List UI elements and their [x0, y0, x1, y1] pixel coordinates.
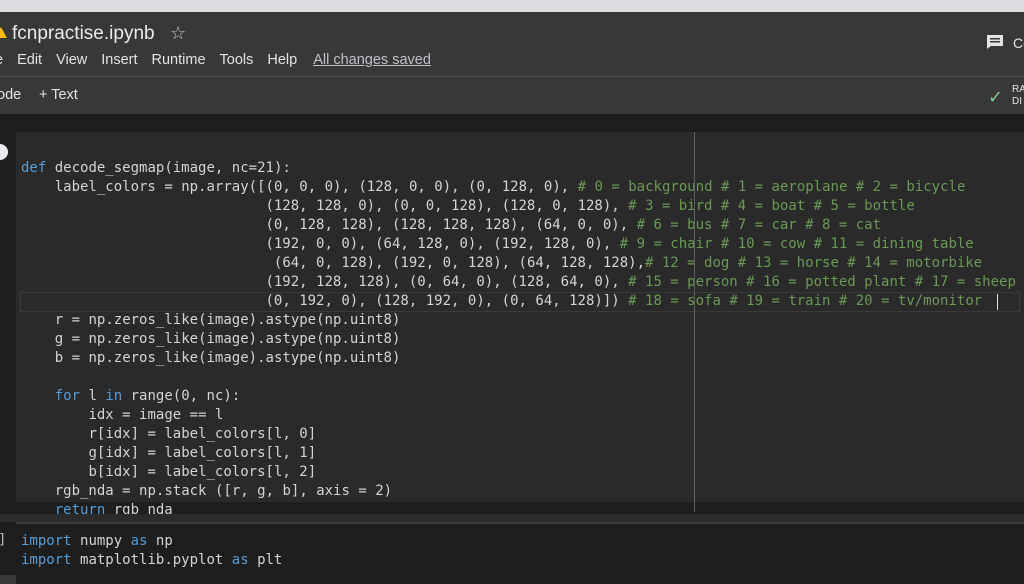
notebook-area: def decode_segmap(image, nc=21): label_c…	[0, 114, 1024, 584]
menu-runtime[interactable]: Runtime	[152, 52, 206, 68]
menu-file[interactable]: e	[0, 52, 3, 68]
cell-separator	[0, 514, 1024, 522]
menu-help[interactable]: Help	[267, 52, 297, 68]
cell1-line-16: g[idx] = label_colors[l, 1]	[88, 445, 317, 461]
menu-tools[interactable]: Tools	[220, 52, 254, 68]
code-cell-decode-segmap[interactable]: def decode_segmap(image, nc=21): label_c…	[16, 132, 1024, 526]
star-icon[interactable]: ☆	[170, 23, 186, 44]
line-length-ruler	[694, 132, 695, 512]
cell1-line-6: (64, 0, 128), (192, 0, 128), (64, 128, 1…	[273, 255, 983, 271]
code-editor[interactable]: def decode_segmap(image, nc=21): label_c…	[21, 159, 1016, 520]
code-cell-imports[interactable]: import numpy as np import matplotlib.pypl…	[16, 524, 1024, 584]
cell1-line-13: for l in range(0, nc):	[54, 388, 241, 404]
menu-insert[interactable]: Insert	[101, 52, 137, 68]
cell1-line-10: g = np.zeros_like(image).astype(np.uint8…	[54, 331, 401, 347]
cell1-line-4: (0, 128, 128), (128, 128, 128), (64, 0, …	[265, 217, 882, 233]
code-editor-imports[interactable]: import numpy as np import matplotlib.pypl…	[21, 532, 282, 570]
cell1-line-1: def decode_segmap(image, nc=21):	[21, 160, 291, 176]
comment-icon[interactable]	[986, 34, 1004, 50]
run-cell-button[interactable]	[0, 144, 8, 160]
cell1-line-9: r = np.zeros_like(image).astype(np.uint8…	[54, 312, 401, 328]
cell1-line-3: (128, 128, 0), (0, 0, 128), (128, 0, 128…	[265, 198, 915, 214]
add-text-button[interactable]: + Text	[39, 87, 78, 103]
cell1-line-5: (192, 0, 0), (64, 128, 0), (192, 128, 0)…	[265, 236, 974, 252]
check-icon: ✓	[988, 87, 1004, 107]
drive-icon	[0, 27, 7, 38]
cell1-line-12	[21, 368, 1016, 387]
cell1-line-2: label_colors = np.array([(0, 0, 0), (128…	[54, 179, 966, 195]
notebook-toolbar: ode + Text ✓ RA DI	[0, 76, 1024, 116]
save-status-link[interactable]: All changes saved	[313, 52, 431, 68]
cell1-line-18: rgb_nda = np.stack ([r, g, b], axis = 2)	[54, 483, 393, 499]
text-cursor	[997, 294, 998, 310]
cell2-line-1: import numpy as np	[21, 533, 173, 549]
cell1-line-11: b = np.zeros_like(image).astype(np.uint8…	[54, 350, 401, 366]
cell1-line-15: r[idx] = label_colors[l, 0]	[88, 426, 317, 442]
comment-button-label[interactable]: Co	[1013, 35, 1024, 51]
cell1-line-17: b[idx] = label_colors[l, 2]	[88, 464, 317, 480]
cell2-line-2: import matplotlib.pyplot as plt	[21, 552, 283, 568]
cell1-line-14: idx = image == l	[88, 407, 224, 423]
ram-label: RA	[1012, 84, 1024, 95]
disk-label: DI	[1012, 96, 1022, 107]
menu-bar: e Edit View Insert Runtime Tools Help Al…	[0, 52, 445, 68]
notebook-header: fcnpractise.ipynb ☆ e Edit View Insert R…	[0, 12, 1024, 76]
notebook-title[interactable]: fcnpractise.ipynb	[12, 23, 155, 45]
add-code-button[interactable]: ode	[0, 87, 21, 103]
ram-disk-indicator[interactable]: RA DI	[1012, 84, 1024, 108]
cell1-line-7: (192, 128, 128), (0, 64, 0), (128, 64, 0…	[265, 274, 1016, 290]
execution-count-bracket: ]	[0, 532, 6, 548]
browser-top-strip	[0, 0, 1024, 12]
menu-view[interactable]: View	[56, 52, 87, 68]
cell1-line-8: (0, 192, 0), (128, 192, 0), (0, 64, 128)…	[265, 293, 983, 309]
menu-edit[interactable]: Edit	[17, 52, 42, 68]
